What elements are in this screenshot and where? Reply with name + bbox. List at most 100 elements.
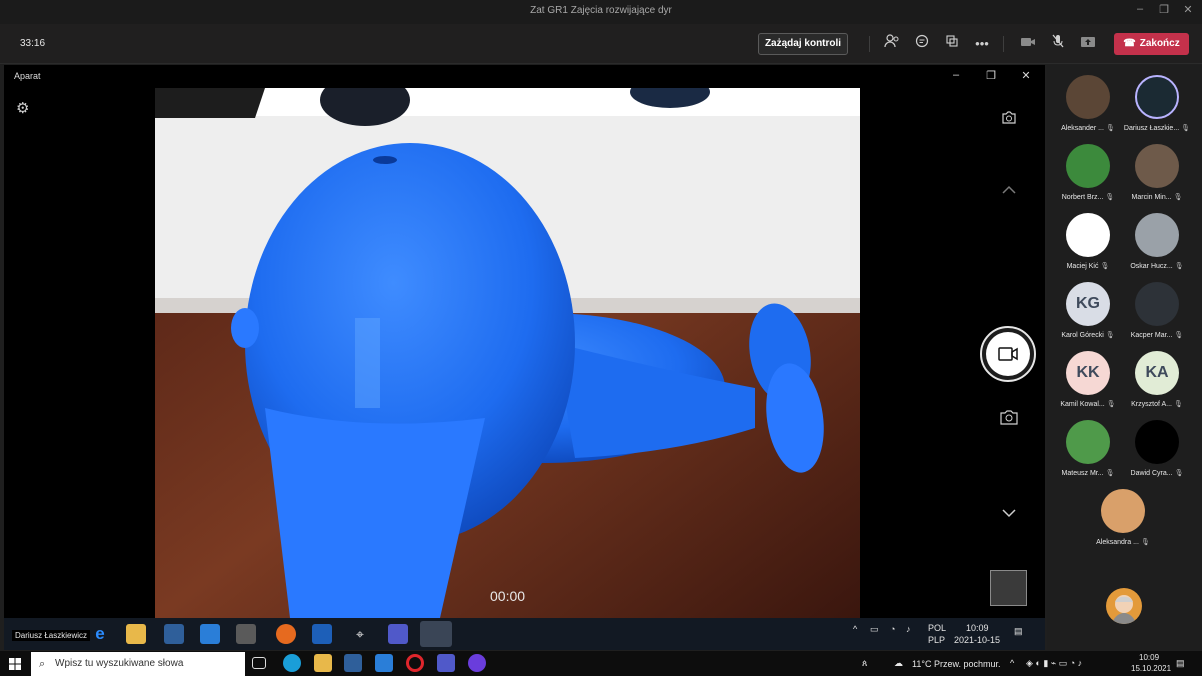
explorer-taskbar-icon[interactable] <box>314 654 332 672</box>
tray-icons[interactable]: ◈ ◐ ▮ ⌁ ▭ ◔ ♪ <box>1026 658 1082 669</box>
mic-muted-icon: 🎙︎ <box>1173 194 1183 201</box>
last-capture-thumbnail[interactable] <box>990 570 1027 606</box>
participant-name-row: Dawid Cyra... 🎙︎ <box>1122 469 1192 477</box>
language-top[interactable]: POL <box>928 623 946 633</box>
end-call-button[interactable]: ☎ Zakończ <box>1114 33 1189 55</box>
tray-overflow-icon[interactable]: ^ <box>1010 658 1014 668</box>
opera-taskbar-icon[interactable] <box>406 654 424 672</box>
mic-muted-icon: 🎙︎ <box>1181 125 1191 132</box>
participant-tile[interactable]: Aleksander ... 🎙︎ <box>1053 75 1123 132</box>
close-icon[interactable]: ✕ <box>1180 3 1196 16</box>
mic-muted-icon: 🎙︎ <box>1174 470 1184 477</box>
teams-icon[interactable] <box>388 624 408 644</box>
camera-maximize-icon[interactable]: ❐ <box>982 69 1000 82</box>
camera-app-taskbar-icon[interactable] <box>420 621 452 647</box>
chat-icon[interactable] <box>912 34 932 54</box>
participant-tile[interactable]: Dawid Cyra... 🎙︎ <box>1122 420 1192 477</box>
participant-tile[interactable]: Kacper Mar... 🎙︎ <box>1122 282 1192 339</box>
participant-name-row: Karol Górecki 🎙︎ <box>1053 331 1123 339</box>
volume-icon[interactable]: ♪ <box>906 624 911 634</box>
tray-chevron-icon[interactable]: ^ <box>853 624 857 634</box>
minimize-icon[interactable]: – <box>1132 3 1148 15</box>
file-explorer-icon[interactable] <box>126 624 146 644</box>
messenger-taskbar-icon[interactable] <box>468 654 486 672</box>
edge-icon[interactable]: e <box>90 624 110 644</box>
shared-screen-taskbar: Dariusz Łaszkiewicz e ⌖ ^ ▭ ◔ ♪ POL PLP … <box>4 618 1045 650</box>
more-options-icon[interactable]: ••• <box>972 34 992 54</box>
windows-taskbar: ⌕ Wpisz tu wyszukiwane słowa ጰ ☁ 11°C Pr… <box>0 651 1202 676</box>
shared-clock-time[interactable]: 10:09 <box>966 623 989 633</box>
search-icon: ⌕ <box>39 658 46 670</box>
participant-avatar <box>1066 213 1110 257</box>
meeting-timer: 33:16 <box>20 38 46 49</box>
mic-off-icon[interactable] <box>1048 34 1068 54</box>
take-control-button[interactable]: Zażądaj kontroli <box>758 33 848 55</box>
participant-tile[interactable]: Aleksandra ... 🎙︎ <box>1088 489 1158 546</box>
language-bottom[interactable]: PLP <box>928 635 945 645</box>
participant-name: Krzysztof A... <box>1131 401 1172 408</box>
maximize-icon[interactable]: ❐ <box>1156 3 1172 16</box>
store-taskbar-icon[interactable] <box>344 654 362 672</box>
participant-avatar <box>1066 144 1110 188</box>
taskbar-time[interactable]: 10:09 <box>1139 653 1159 662</box>
camera-close-icon[interactable]: ✕ <box>1017 69 1035 82</box>
firefox-icon[interactable] <box>276 624 296 644</box>
participant-name-row: Kamil Kowal... 🎙︎ <box>1053 400 1123 408</box>
action-center-icon[interactable]: ▤ <box>1176 658 1185 669</box>
switch-camera-icon[interactable] <box>998 108 1020 128</box>
participant-tile[interactable]: Dariusz Łaszkie... 🎙︎ <box>1122 75 1192 132</box>
toolbar-divider <box>1003 36 1004 52</box>
participant-tile[interactable]: KG Karol Górecki 🎙︎ <box>1053 282 1123 339</box>
mic-muted-icon: 🎙︎ <box>1174 263 1184 270</box>
camera-preview <box>155 88 860 618</box>
settings-gear-icon[interactable]: ⚙ <box>16 99 29 117</box>
taskbar-date[interactable]: 15.10.2021 <box>1131 664 1171 673</box>
participant-tile[interactable]: Oskar Hucz... 🎙︎ <box>1122 213 1192 270</box>
camera-minimize-icon[interactable]: – <box>947 69 965 81</box>
camera-app-title: Aparat <box>14 71 41 81</box>
mic-muted-icon: 🎙︎ <box>1100 263 1110 270</box>
shared-clock-date[interactable]: 2021-10-15 <box>954 635 1000 645</box>
search-placeholder: Wpisz tu wyszukiwane słowa <box>55 658 184 669</box>
record-video-button[interactable] <box>980 326 1036 382</box>
photo-mode-icon[interactable] <box>998 408 1020 428</box>
participant-avatar: KA <box>1135 351 1179 395</box>
phone-hangup-icon: ☎ <box>1123 38 1136 49</box>
participant-name: Karol Górecki <box>1061 332 1104 339</box>
weather-text[interactable]: 11°C Przew. pochmur. <box>912 659 1000 669</box>
mail-icon[interactable] <box>200 624 220 644</box>
video-camera-icon <box>998 347 1018 361</box>
participant-tile[interactable]: Mateusz Mr... 🎙︎ <box>1053 420 1123 477</box>
participant-name: Marcin Min... <box>1131 194 1172 201</box>
breakout-rooms-icon[interactable] <box>942 34 962 54</box>
participant-avatar <box>1066 75 1110 119</box>
self-video-avatar[interactable] <box>1106 588 1142 624</box>
participant-name: Maciej Kić <box>1066 263 1099 270</box>
notifications-icon[interactable]: ▤ <box>1014 626 1023 637</box>
scroll-up-chevron-icon[interactable] <box>998 182 1020 204</box>
teams-taskbar-icon[interactable] <box>437 654 455 672</box>
share-screen-icon[interactable] <box>1078 34 1098 54</box>
participant-tile[interactable]: Maciej Kić 🎙︎ <box>1053 213 1123 270</box>
outlook-icon[interactable] <box>312 624 332 644</box>
participant-name: Aleksander ... <box>1061 125 1104 132</box>
mail-taskbar-icon[interactable] <box>375 654 393 672</box>
taskbar-search-box[interactable]: ⌕ Wpisz tu wyszukiwane słowa <box>31 652 245 676</box>
participant-tile[interactable]: KK Kamil Kowal... 🎙︎ <box>1053 351 1123 408</box>
scroll-down-chevron-icon[interactable] <box>998 505 1020 527</box>
participants-icon[interactable] <box>882 34 902 54</box>
wifi-icon[interactable]: ◔ <box>890 624 895 634</box>
camera-off-icon[interactable] <box>1018 34 1038 54</box>
participant-name-row: Aleksander ... 🎙︎ <box>1053 124 1123 132</box>
media-player-icon[interactable] <box>236 624 256 644</box>
participant-tile[interactable]: Norbert Brz... 🎙︎ <box>1053 144 1123 201</box>
people-icon[interactable]: ጰ <box>862 658 867 669</box>
participant-tile[interactable]: KA Krzysztof A... 🎙︎ <box>1122 351 1192 408</box>
windows-start-icon[interactable] <box>9 657 21 670</box>
maps-pin-icon[interactable]: ⌖ <box>350 624 370 644</box>
meeting-toolbar: 33:16 Zażądaj kontroli ••• ☎ Zakończ <box>0 24 1202 64</box>
participant-tile[interactable]: Marcin Min... 🎙︎ <box>1122 144 1192 201</box>
store-icon[interactable] <box>164 624 184 644</box>
task-view-icon[interactable] <box>252 657 266 669</box>
edge-taskbar-icon[interactable] <box>283 654 301 672</box>
